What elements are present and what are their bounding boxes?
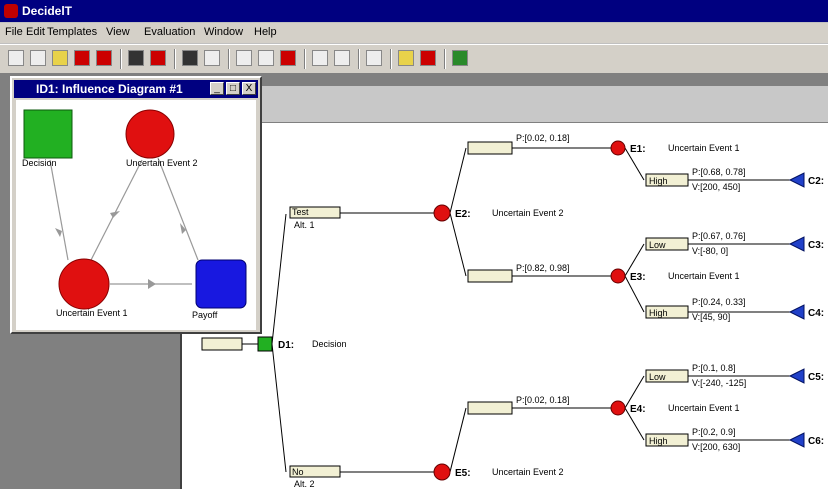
influence-diagram-svg: Decision Uncertain Event 2 Uncertain Eve…	[22, 109, 247, 320]
terminal-node-c4[interactable]	[788, 304, 805, 320]
e3-name: Uncertain Event 1	[668, 271, 740, 281]
e3-low-label: Low	[649, 240, 666, 250]
influence-diagram-title-bar[interactable]: ID1: Influence Diagram #1 _ □ X	[14, 80, 258, 98]
chance-node-e3[interactable]	[610, 268, 626, 284]
uncertain-event-1-label: Uncertain Event 1	[56, 308, 128, 318]
e4-low-label: Low	[649, 372, 666, 382]
e4-low-prob: P:[0.1, 0.8]	[692, 363, 736, 373]
e1-high-label: High	[649, 176, 668, 186]
e3-id: E3:	[630, 272, 646, 283]
alt2-sub: Alt. 2	[294, 479, 315, 489]
terminal-node-c6[interactable]	[788, 432, 805, 448]
influence-diagram-window[interactable]: ID1: Influence Diagram #1 _ □ X Decision	[10, 76, 262, 334]
maximize-button[interactable]: □	[226, 82, 240, 95]
c3-label: C3:	[808, 240, 824, 251]
close-button[interactable]: X	[242, 82, 256, 95]
payoff-node[interactable]	[195, 259, 247, 309]
e2-top-prob: P:[0.02, 0.18]	[516, 133, 570, 143]
e4-high-label: High	[649, 436, 668, 446]
e4-high-value: V:[200, 630]	[692, 442, 740, 452]
e2-bottom-prob: P:[0.82, 0.98]	[516, 263, 570, 273]
e4-name: Uncertain Event 1	[668, 403, 740, 413]
e2-top-branch-box[interactable]	[467, 141, 513, 155]
e4-id: E4:	[630, 404, 646, 415]
terminal-node-c3[interactable]	[788, 236, 805, 252]
alt1-sub: Alt. 1	[294, 220, 315, 230]
e3-low-prob: P:[0.67, 0.76]	[692, 231, 746, 241]
payoff-label: Payoff	[192, 310, 218, 320]
e3-high-prob: P:[0.24, 0.33]	[692, 297, 746, 307]
uncertain-event-1-node[interactable]	[58, 258, 110, 310]
c5-label: C5:	[808, 372, 824, 383]
chance-node-e5[interactable]	[433, 463, 451, 481]
e3-low-value: V:[-80, 0]	[692, 246, 728, 256]
decision-node-label: Decision	[22, 158, 57, 168]
e3-high-value: V:[45, 90]	[692, 312, 730, 322]
e1-id: E1:	[630, 144, 646, 155]
uncertain-event-2-label: Uncertain Event 2	[126, 158, 198, 168]
d1-id: D1:	[278, 340, 294, 351]
e5-name: Uncertain Event 2	[492, 467, 564, 477]
e4-high-prob: P:[0.2, 0.9]	[692, 427, 736, 437]
root-branch-box[interactable]	[201, 337, 243, 351]
chance-node-e4[interactable]	[610, 400, 626, 416]
minimize-button[interactable]: _	[210, 82, 224, 95]
e3-high-label: High	[649, 308, 668, 318]
d1-name: Decision	[312, 339, 347, 349]
alt2-label: No	[292, 467, 304, 477]
e5-top-branch-box[interactable]	[467, 401, 513, 415]
chance-node-e1[interactable]	[610, 140, 626, 156]
e4-low-value: V:[-240, -125]	[692, 378, 746, 388]
e1-name: Uncertain Event 1	[668, 143, 740, 153]
terminal-node-c5[interactable]	[788, 368, 805, 384]
c2-label: C2:	[808, 176, 824, 187]
e2-id: E2:	[455, 209, 471, 220]
c6-label: C6:	[808, 436, 824, 447]
e5-top-prob: P:[0.02, 0.18]	[516, 395, 570, 405]
influence-diagram-title: ID1: Influence Diagram #1	[36, 82, 183, 96]
c4-label: C4:	[808, 308, 824, 319]
decision-node[interactable]	[23, 109, 73, 159]
influence-diagram-canvas: Decision Uncertain Event 2 Uncertain Eve…	[16, 100, 256, 330]
alt1-label: Test	[292, 207, 309, 217]
e2-name: Uncertain Event 2	[492, 208, 564, 218]
chance-node-e2[interactable]	[433, 204, 451, 222]
e2-bottom-branch-box[interactable]	[467, 269, 513, 283]
e1-high-value: V:[200, 450]	[692, 182, 740, 192]
e5-id: E5:	[455, 468, 471, 479]
terminal-node-c2[interactable]	[788, 172, 805, 188]
uncertain-event-2-node[interactable]	[125, 109, 175, 159]
e1-high-prob: P:[0.68, 0.78]	[692, 167, 746, 177]
decision-node-d1[interactable]	[257, 336, 273, 352]
